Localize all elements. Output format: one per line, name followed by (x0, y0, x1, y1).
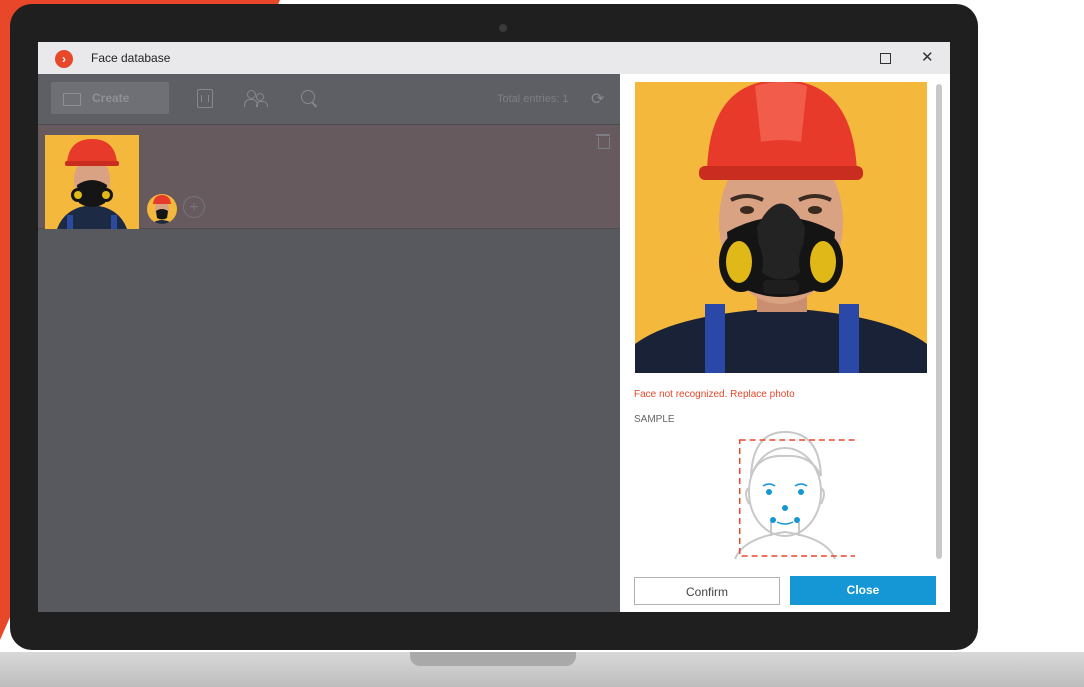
maximize-icon[interactable] (880, 53, 891, 64)
panel-scrollbar[interactable] (936, 84, 942, 559)
trash-icon[interactable] (596, 134, 610, 149)
sample-label: SAMPLE (634, 414, 675, 425)
folder-icon (63, 93, 81, 106)
entries-panel: Create Total entries: 1 ⟳ + (38, 74, 620, 612)
laptop-notch (410, 652, 576, 666)
face-database-window: › Face database ✕ Create Total entries: … (38, 42, 950, 612)
camera-dot (499, 24, 507, 32)
face-thumbnail[interactable] (147, 194, 177, 224)
report-icon[interactable] (197, 89, 213, 108)
add-photo-button[interactable]: + (183, 196, 205, 218)
create-button[interactable]: Create (51, 82, 169, 114)
confirm-button[interactable]: Confirm (634, 577, 780, 605)
users-icon[interactable] (244, 90, 268, 108)
selected-photo (635, 82, 927, 373)
app-logo-icon: › (55, 50, 73, 68)
face-error-message[interactable]: Face not recognized. Replace photo (634, 389, 795, 400)
toolbar: Create Total entries: 1 ⟳ (38, 74, 620, 125)
window-title: Face database (91, 51, 171, 65)
title-bar: › Face database ✕ (38, 42, 950, 75)
entry-detail-panel: Face not recognized. Replace photo SAMPL… (620, 74, 950, 612)
total-entries-count: Total entries: 1 (497, 93, 569, 105)
search-icon[interactable] (301, 90, 315, 104)
close-window-icon[interactable]: ✕ (921, 48, 934, 66)
sample-face-illustration (715, 426, 866, 560)
refresh-icon[interactable]: ⟳ (591, 89, 604, 109)
close-button[interactable]: Close (790, 576, 936, 605)
create-button-label: Create (92, 91, 130, 105)
face-entry-row[interactable]: + (38, 125, 620, 229)
entry-photo[interactable] (45, 135, 139, 229)
